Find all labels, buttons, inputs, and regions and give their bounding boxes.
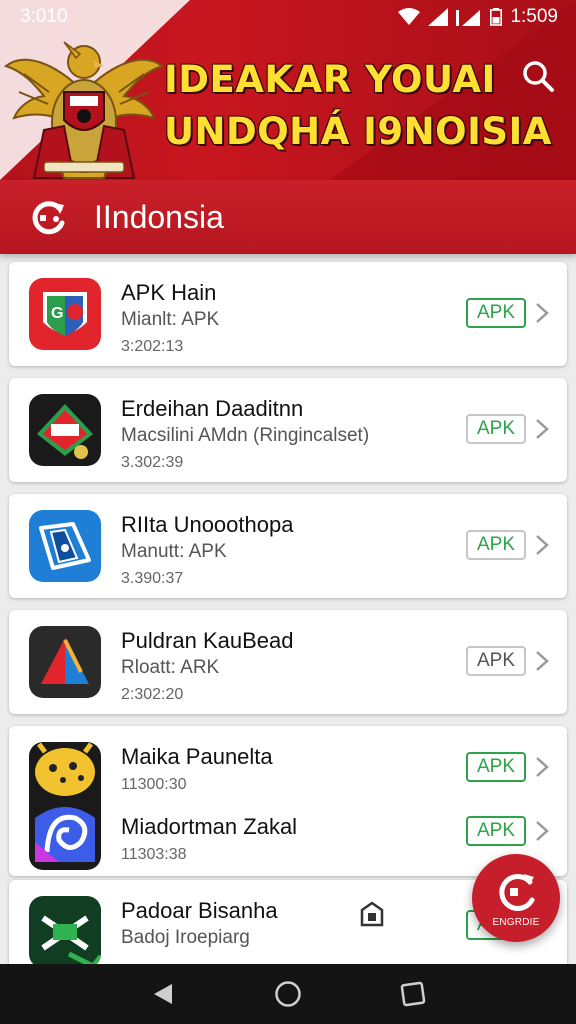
- app-card[interactable]: Puldran KauBead Rloatt: ARK 2:302:20 APK: [9, 610, 567, 714]
- banner-title: IDEAKAR YOUAI UNDQHÁ I9NOISIA: [164, 54, 552, 158]
- app-dark-red-blue-icon: [29, 626, 101, 698]
- app-date: 3.390:37: [121, 570, 184, 587]
- apk-button-label: APK: [476, 418, 516, 439]
- app-subtitle: Macsilini AMdn (Ringincalset): [121, 425, 370, 446]
- app-title: Maika Paunelta: [121, 744, 273, 769]
- app-subtitle: Mianlt: APK: [121, 309, 220, 330]
- app-dark-green-red-icon: [29, 394, 101, 466]
- refresh-logo-icon: [499, 873, 535, 911]
- app-date: 2:302:20: [121, 686, 184, 703]
- banner-title-line2: UNDQHÁ I9NOISIA: [164, 110, 552, 153]
- search-button[interactable]: [518, 56, 558, 96]
- status-bar: 3:010 1:509: [0, 0, 576, 34]
- wifi-icon: [398, 8, 421, 25]
- app-title: Padoar Bisanha: [121, 898, 278, 923]
- garuda-emblem-icon: [4, 41, 164, 179]
- home-icon: [275, 981, 301, 1007]
- category-bar[interactable]: IIndonsia: [0, 180, 576, 254]
- chevron-right-icon[interactable]: [535, 756, 549, 778]
- app-date: 11300:30: [121, 776, 187, 793]
- home-button[interactable]: [268, 974, 308, 1014]
- banner-title-line1: IDEAKAR YOUAI: [164, 58, 496, 101]
- status-icons: 1:509: [398, 6, 558, 28]
- app-title: RIIta Unooothopa: [121, 512, 294, 537]
- app-title: APK Hain: [121, 280, 217, 305]
- app-date: 11303:38: [121, 846, 187, 863]
- apk-button-label: APK: [476, 534, 516, 555]
- apk-download-button[interactable]: APK: [466, 646, 526, 676]
- app-red-blue-shield-icon: G: [29, 278, 101, 350]
- chevron-right-icon[interactable]: [535, 302, 549, 324]
- apk-download-button[interactable]: APK: [466, 414, 526, 444]
- app-card[interactable]: RIIta Unooothopa Manutt: APK 3.390:37 AP…: [9, 494, 567, 598]
- chevron-right-icon[interactable]: [535, 418, 549, 440]
- app-blue-folder-icon: [29, 510, 101, 582]
- store-badge-icon: [360, 901, 384, 927]
- category-label: IIndonsia: [94, 198, 224, 235]
- fab-label: ENGRDIE: [492, 917, 540, 928]
- back-icon: [153, 984, 172, 1004]
- status-clock: 1:509: [510, 6, 558, 27]
- chevron-right-icon[interactable]: [535, 650, 549, 672]
- refresh-logo-icon: [32, 201, 65, 235]
- network-bars-icon: [456, 10, 481, 26]
- header-banner: 3:010 1:509 IDEAKAR YOUAI UNDQHÁ I9NOISI…: [0, 0, 576, 180]
- chevron-right-icon[interactable]: [535, 534, 549, 556]
- recents-button[interactable]: [393, 974, 433, 1014]
- app-subtitle: Badoj Iroepiarg: [121, 927, 250, 948]
- app-subtitle: Manutt: APK: [121, 541, 227, 562]
- apk-download-button[interactable]: APK: [466, 752, 526, 782]
- search-icon: [523, 61, 554, 92]
- recents-icon: [401, 981, 426, 1007]
- app-dark-green-puzzle-icon: [29, 896, 101, 968]
- navigation-bar: [0, 964, 576, 1024]
- apk-download-button[interactable]: APK: [466, 298, 526, 328]
- app-card[interactable]: Erdeihan Daaditnn Macsilini AMdn (Ringin…: [9, 378, 567, 482]
- chevron-right-icon[interactable]: [535, 820, 549, 842]
- app-title: Erdeihan Daaditnn: [121, 396, 304, 421]
- back-button[interactable]: [143, 974, 183, 1014]
- apk-download-button[interactable]: APK: [466, 530, 526, 560]
- app-date: 3:202:13: [121, 338, 184, 355]
- status-time: 3:010: [20, 6, 68, 27]
- floating-action-button[interactable]: ENGRDIE: [472, 854, 560, 942]
- app-title: Puldran KauBead: [121, 628, 294, 653]
- apk-download-button[interactable]: APK: [466, 816, 526, 846]
- app-card[interactable]: G APK Hain Mianlt: APK 3:202:13 APK: [9, 262, 567, 366]
- app-date: 3.302:39: [121, 454, 184, 471]
- app-title: Miadortman Zakal: [121, 814, 298, 839]
- signal-icon: [428, 8, 449, 26]
- battery-icon: [490, 8, 503, 26]
- svg-text:G: G: [51, 305, 63, 322]
- app-subtitle: Rloatt: ARK: [121, 657, 220, 678]
- app-yellow-character-icon: [29, 742, 101, 870]
